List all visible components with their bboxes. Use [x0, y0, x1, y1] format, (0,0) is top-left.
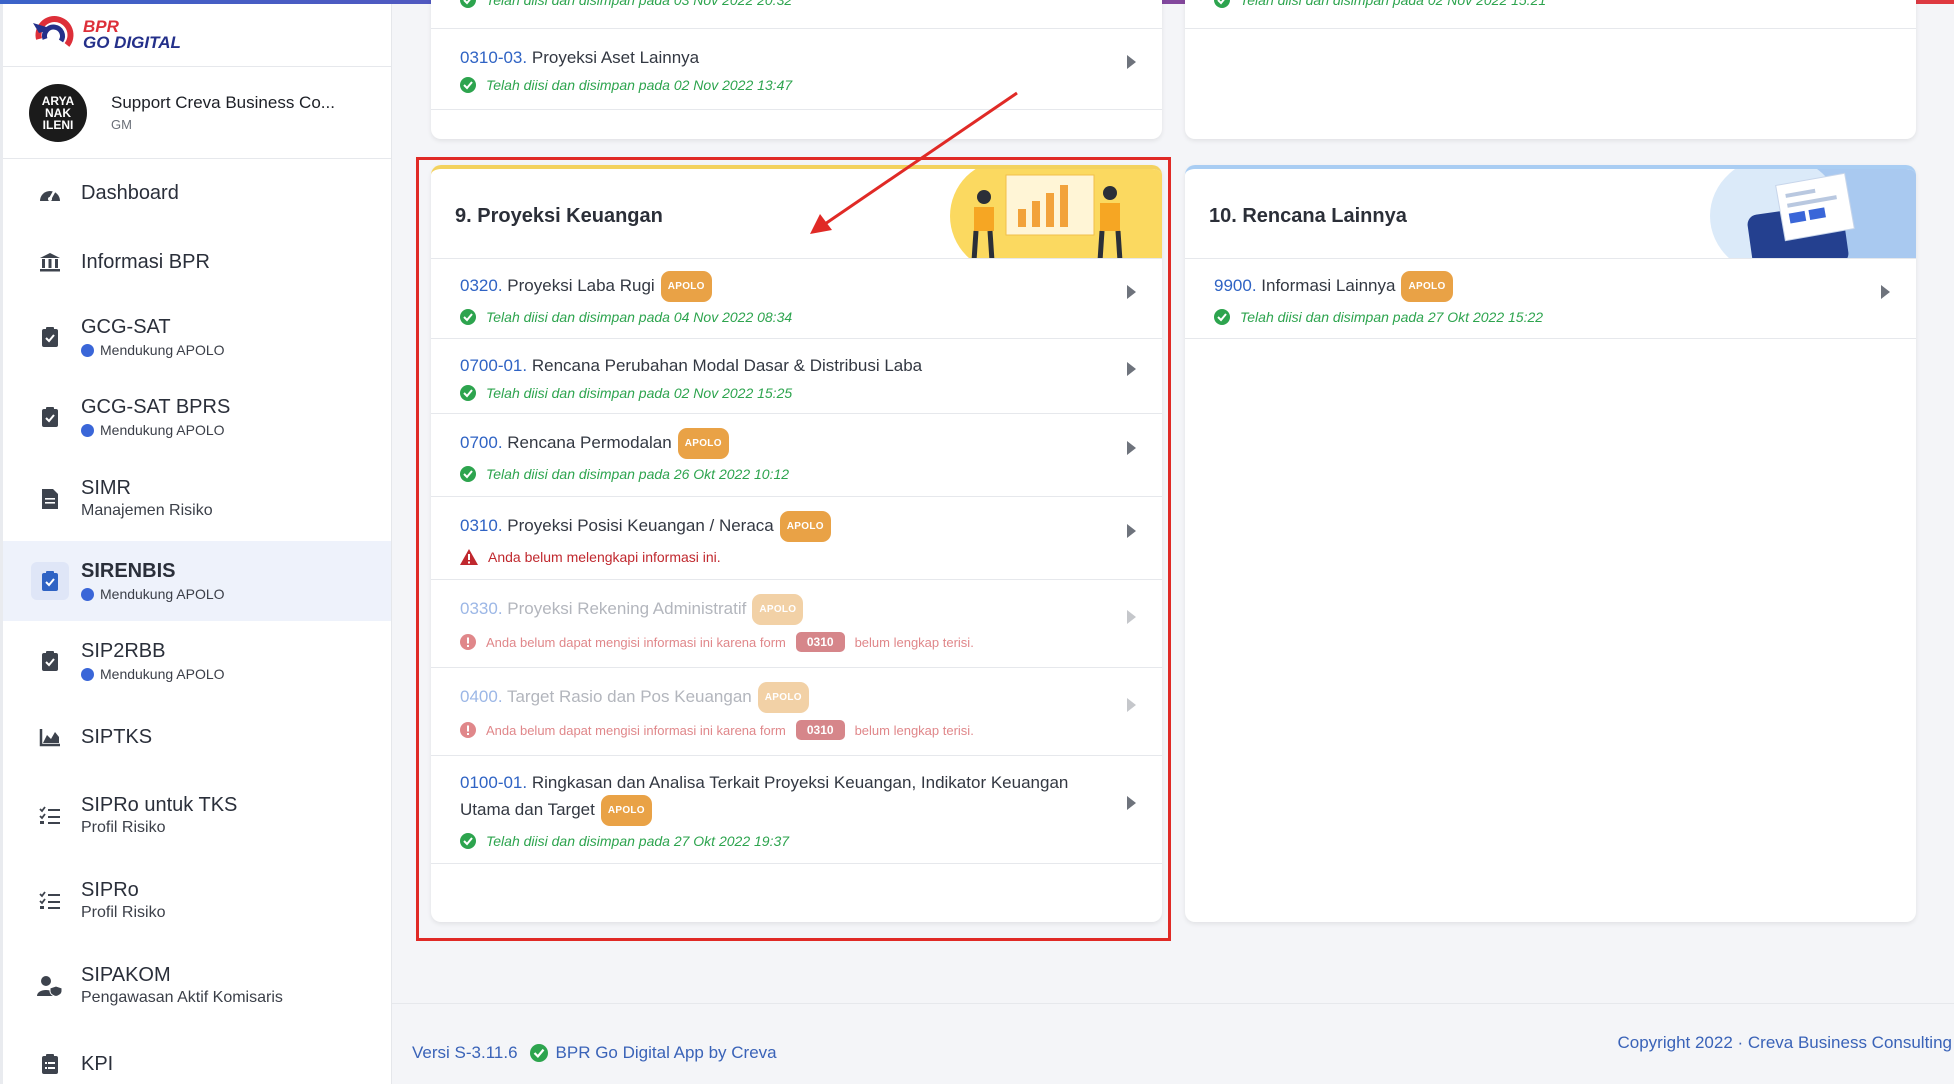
user-shield-icon — [37, 973, 63, 999]
check-circle-icon — [1214, 0, 1230, 8]
checklist-icon — [37, 803, 63, 829]
sidebar-item-gcg-sat[interactable]: GCG-SAT Mendukung APOLO — [3, 297, 391, 377]
apolo-support-badge: Mendukung APOLO — [81, 341, 225, 359]
sidebar-item-sub: Pengawasan Aktif Komisaris — [81, 989, 283, 1006]
list-item-9900[interactable]: 9900. Informasi Lainnya APOLO Telah diisi… — [1185, 259, 1916, 339]
clipboard-list-icon — [37, 1051, 63, 1077]
document-icon — [37, 486, 63, 512]
brand-line2: GO DIGITAL — [83, 33, 181, 52]
form-title: Proyeksi Aset Lainnya — [531, 48, 700, 67]
card-proyeksi-aset: Telah diisi dan disimpan pada 03 Nov 202… — [431, 0, 1162, 139]
list-item-0310-03[interactable]: 0310-03. Proyeksi Aset Lainnya Telah dii… — [431, 29, 1162, 110]
sidebar-item-simr[interactable]: SIMR Manajemen Risiko — [3, 457, 391, 541]
speedometer-icon — [37, 180, 63, 206]
card-rencana-lainnya: 10. Rencana Lainnya 9900. Informasi Lain… — [1185, 165, 1916, 922]
sidebar-item-sipakom[interactable]: SIPAKOM Pengawasan Aktif Komisaris — [3, 943, 391, 1029]
check-circle-icon — [460, 77, 476, 93]
sidebar-item-sipro-tks[interactable]: SIPRo untuk TKS Profil Risiko — [3, 773, 391, 859]
app-name: BPR Go Digital App by Creva — [555, 1043, 777, 1062]
form-code: 9900. — [1214, 276, 1257, 295]
sidebar-item-kpi[interactable]: KPI — [3, 1029, 391, 1084]
card-top-right: Telah diisi dan disimpan pada 02 Nov 202… — [1185, 0, 1916, 139]
sidebar-item-label: SIRENBIS — [81, 560, 176, 582]
sidebar-item-label: SIPAKOM — [81, 964, 171, 986]
sidebar-item-label: GCG-SAT BPRS — [81, 396, 231, 418]
form-title: Informasi Lainnya — [1261, 276, 1396, 295]
check-circle-icon — [529, 1044, 548, 1062]
footer: Versi S-3.11.6 BPR Go Digital App by Cre… — [392, 1003, 1954, 1084]
chevron-right-icon[interactable] — [1127, 55, 1136, 69]
sidebar-item-sirenbis[interactable]: SIRENBIS Mendukung APOLO — [3, 541, 391, 621]
status-saved: Telah diisi dan disimpan pada 02 Nov 202… — [1214, 0, 1916, 8]
sidebar-item-informasi-bpr[interactable]: Informasi BPR — [3, 227, 391, 297]
sidebar-item-sub: Profil Risiko — [81, 904, 166, 921]
sidebar-item-label: SIP2RBB — [81, 640, 166, 662]
sidebar-item-dashboard[interactable]: Dashboard — [3, 159, 391, 227]
apolo-support-badge: Mendukung APOLO — [81, 421, 230, 439]
bpr-logo-icon — [33, 16, 74, 47]
check-circle-icon — [1214, 309, 1230, 325]
documents-illustration-icon — [1710, 169, 1916, 258]
sidebar-item-label: Dashboard — [81, 182, 179, 204]
sidebar-item-label: SIPRo untuk TKS — [81, 794, 238, 816]
sidebar: BPR GO DIGITAL ARYA NAK ILENI Support Cr… — [0, 4, 392, 1084]
sidebar-item-label: GCG-SAT — [81, 316, 171, 338]
sidebar-item-sub: Profil Risiko — [81, 819, 166, 836]
app-version: Versi S-3.11.6 — [412, 1043, 518, 1062]
card-title: 10. Rencana Lainnya — [1209, 205, 1407, 227]
brand-logo[interactable]: BPR GO DIGITAL — [3, 4, 391, 67]
user-profile[interactable]: ARYA NAK ILENI Support Creva Business Co… — [3, 67, 391, 159]
avatar: ARYA NAK ILENI — [29, 83, 87, 142]
status-saved: Telah diisi dan disimpan pada 03 Nov 202… — [460, 0, 1162, 8]
sidebar-item-sipro[interactable]: SIPRo Profil Risiko — [3, 859, 391, 943]
copyright: Copyright 2022 · Creva Business Consulti… — [1617, 1033, 1952, 1052]
sidebar-item-label: SIPTKS — [81, 726, 153, 748]
area-chart-icon — [37, 724, 63, 750]
highlight-box — [416, 157, 1171, 941]
apolo-support-badge: Mendukung APOLO — [81, 665, 225, 683]
status-saved: Telah diisi dan disimpan pada 27 Okt 202… — [1214, 309, 1856, 325]
clipboard-check-icon — [37, 324, 63, 350]
card-header: 10. Rencana Lainnya — [1185, 165, 1916, 259]
status-saved: Telah diisi dan disimpan pada 02 Nov 202… — [460, 77, 1102, 93]
sidebar-item-label: SIMR — [81, 477, 131, 499]
chevron-right-icon[interactable] — [1881, 284, 1890, 299]
clipboard-check-icon — [31, 562, 69, 600]
clipboard-check-icon — [37, 648, 63, 674]
sidebar-item-label: SIPRo — [81, 879, 139, 901]
user-role: GM — [111, 117, 132, 132]
clipboard-check-icon — [37, 404, 63, 430]
apolo-badge: APOLO — [1401, 271, 1453, 302]
checklist-icon — [37, 888, 63, 914]
sidebar-item-sip2rbb[interactable]: SIP2RBB Mendukung APOLO — [3, 621, 391, 701]
bank-icon — [37, 249, 63, 275]
form-code: 0310-03. — [460, 48, 528, 67]
check-circle-icon — [460, 0, 476, 8]
user-name: Support Creva Business Co... — [111, 93, 335, 112]
sidebar-item-gcg-sat-bprs[interactable]: GCG-SAT BPRS Mendukung APOLO — [3, 377, 391, 457]
sidebar-item-siptks[interactable]: SIPTKS — [3, 701, 391, 773]
sidebar-item-label: Informasi BPR — [81, 251, 210, 273]
sidebar-item-label: KPI — [81, 1053, 114, 1075]
apolo-support-badge: Mendukung APOLO — [81, 585, 225, 603]
sidebar-item-sub: Manajemen Risiko — [81, 502, 213, 519]
